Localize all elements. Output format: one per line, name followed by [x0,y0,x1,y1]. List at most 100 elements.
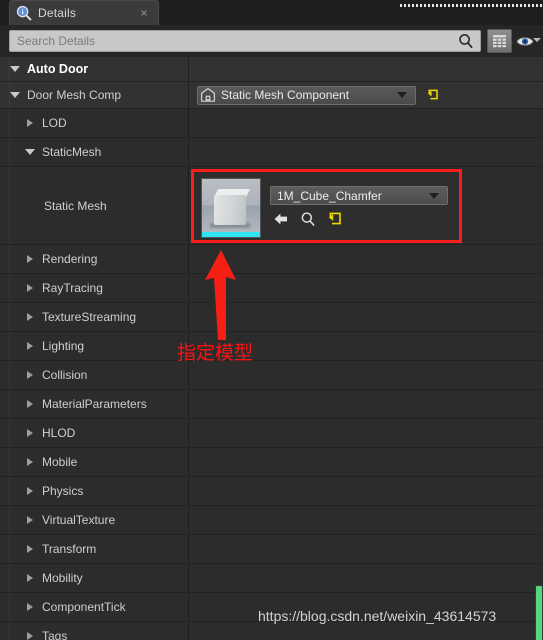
section-row-physics[interactable]: Physics [0,477,543,506]
asset-tool-row [272,210,392,228]
tree-guide-line [9,564,10,592]
section-row-tags[interactable]: Tags [0,622,543,640]
category-label-cell: Auto Door [0,57,189,81]
section-row-transform[interactable]: Transform [0,535,543,564]
watermark-text: https://blog.csdn.net/weixin_43614573 [258,608,497,624]
section-label-cell: Transform [0,535,189,563]
section-row-lod[interactable]: LOD [0,109,543,138]
expander-triangle-icon[interactable] [24,632,36,640]
tab-label: Details [38,6,77,20]
component-label-cell: Door Mesh Comp [0,82,189,108]
static-mesh-asset-picker-highlight: 1M_Cube_Chamfer [191,169,462,243]
tab-strip: Details × [0,0,543,25]
search-placeholder: Search Details [17,34,96,48]
section-value-cell [190,109,543,137]
visibility-button[interactable] [515,29,535,53]
tree-guide-line [9,332,10,360]
component-class-dropdown[interactable]: Static Mesh Component [197,85,416,105]
category-value-cell [190,57,543,81]
section-label: LOD [42,116,67,130]
expander-triangle-icon[interactable] [24,371,36,379]
expander-triangle-icon[interactable] [24,342,36,350]
thumbnail-type-bar [202,232,260,237]
section-label-cell: Collision [0,361,189,389]
close-icon[interactable]: × [136,5,152,21]
expander-triangle-icon[interactable] [9,92,21,98]
tab-details[interactable]: Details × [9,0,159,25]
expander-triangle-icon[interactable] [24,255,36,263]
search-toolbar: Search Details [0,25,543,57]
component-row-door-mesh-comp[interactable]: Door Mesh Comp Static Mesh Component [0,82,543,109]
tree-guide-line [9,419,10,447]
search-input[interactable]: Search Details [9,30,481,52]
search-icon [459,34,473,49]
reset-to-default-icon[interactable] [426,88,440,102]
grid-view-icon [493,34,506,47]
expander-triangle-icon[interactable] [24,545,36,553]
tree-guide-line [9,506,10,534]
tree-guide-line [9,448,10,476]
section-label: Tags [42,629,68,640]
expander-triangle-icon[interactable] [24,516,36,524]
section-row-mobility[interactable]: Mobility [0,564,543,593]
section-label: MaterialParameters [42,397,147,411]
section-row-materialparameters[interactable]: MaterialParameters [0,390,543,419]
dropdown-arrow-icon [429,192,439,199]
section-row-lighting[interactable]: Lighting [0,332,543,361]
tree-guide-line [9,82,10,108]
static-mesh-asset-dropdown[interactable]: 1M_Cube_Chamfer [270,186,448,205]
section-row-collision[interactable]: Collision [0,361,543,390]
category-row-auto-door[interactable]: Auto Door [0,57,543,82]
section-label: ComponentTick [42,600,126,614]
section-row-virtualtexture[interactable]: VirtualTexture [0,506,543,535]
chevron-down-icon[interactable] [533,38,541,42]
property-label-cell: Static Mesh [0,167,189,244]
thumbnail-cube-body [214,195,246,225]
grid-view-button[interactable] [487,29,512,53]
section-label-cell: StaticMesh [0,138,189,166]
vertical-scrollbar-thumb[interactable] [535,585,543,640]
expander-triangle-icon[interactable] [24,458,36,466]
expander-triangle-icon[interactable] [24,119,36,127]
expander-triangle-icon[interactable] [24,149,36,155]
section-row-rendering[interactable]: Rendering [0,245,543,274]
tree-guide-line [9,622,10,640]
expander-triangle-icon[interactable] [24,487,36,495]
section-label: Transform [42,542,97,556]
section-label-cell: VirtualTexture [0,506,189,534]
section-label-cell: Mobile [0,448,189,476]
expander-triangle-icon[interactable] [24,284,36,292]
section-label-cell: Rendering [0,245,189,273]
drag-dotted-indicator [400,4,543,7]
browse-to-asset-icon[interactable] [299,210,317,228]
expander-triangle-icon[interactable] [24,313,36,321]
expander-triangle-icon[interactable] [24,429,36,437]
section-label-cell: MaterialParameters [0,390,189,418]
expander-triangle-icon[interactable] [9,66,21,72]
section-row-texturestreaming[interactable]: TextureStreaming [0,303,543,332]
property-label: Static Mesh [44,198,107,213]
section-row-raytracing[interactable]: RayTracing [0,274,543,303]
details-magnifier-icon [16,5,32,21]
details-panel-window: Details × Search Details Auto Door Door … [0,0,543,640]
section-row-hlod[interactable]: HLOD [0,419,543,448]
expander-triangle-icon[interactable] [24,400,36,408]
section-row-mobile[interactable]: Mobile [0,448,543,477]
section-label-cell: TextureStreaming [0,303,189,331]
tree-guide-line [9,167,10,244]
section-row-staticmesh[interactable]: StaticMesh [0,138,543,167]
use-selected-asset-icon[interactable] [272,210,290,228]
expander-triangle-icon[interactable] [24,603,36,611]
section-label: Rendering [42,252,98,266]
tree-guide-line [9,274,10,302]
cube-mesh-thumbnail[interactable] [201,178,261,238]
expander-triangle-icon[interactable] [24,574,36,582]
section-label-cell: Tags [0,622,189,640]
tree-guide-line [9,477,10,505]
dropdown-arrow-icon [397,92,407,98]
section-label: VirtualTexture [42,513,116,527]
reset-to-default-icon[interactable] [326,210,344,228]
tree-guide-line [9,535,10,563]
tree-guide-line [9,57,10,81]
section-label-cell: Physics [0,477,189,505]
